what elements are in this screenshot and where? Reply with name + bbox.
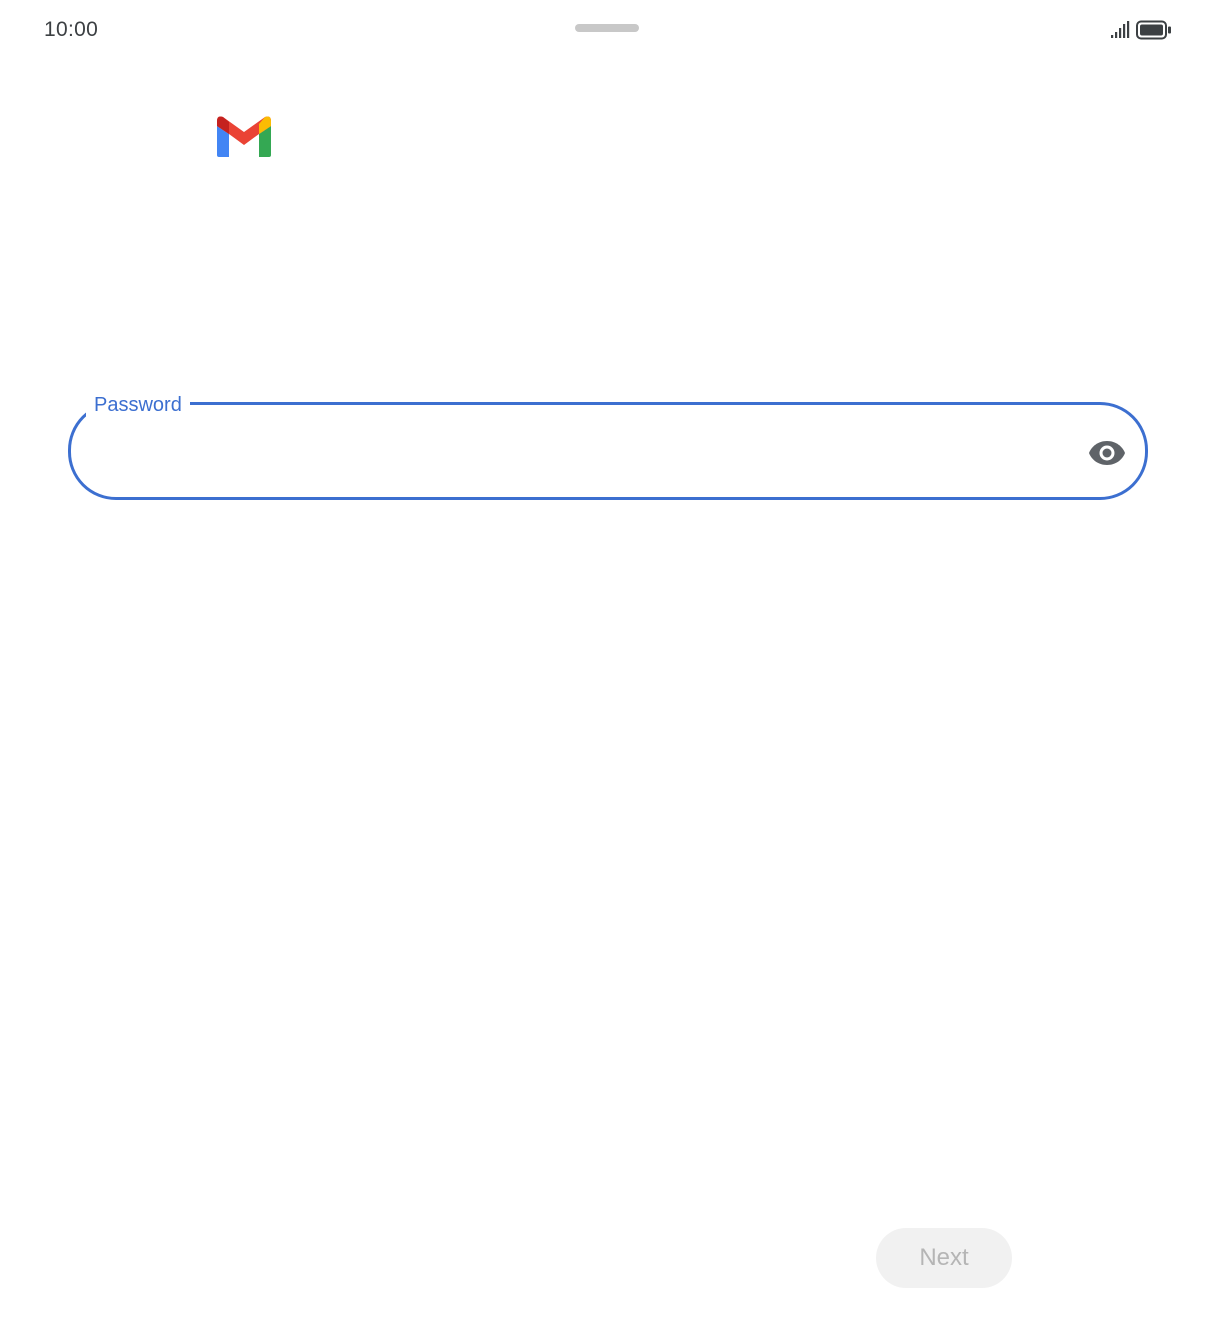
signal-icon: [1111, 21, 1130, 38]
password-field[interactable]: [68, 402, 1148, 500]
status-icons: [1110, 20, 1172, 40]
drag-handle[interactable]: [575, 24, 639, 32]
battery-icon: [1136, 20, 1171, 40]
password-input[interactable]: [101, 425, 1065, 479]
show-password-toggle[interactable]: [1087, 433, 1127, 473]
password-label: Password: [86, 393, 190, 417]
next-button[interactable]: Next: [876, 1228, 1012, 1288]
gmail-logo-icon: [217, 116, 271, 157]
eye-icon: [1089, 441, 1125, 465]
status-time: 10:00: [44, 18, 99, 41]
